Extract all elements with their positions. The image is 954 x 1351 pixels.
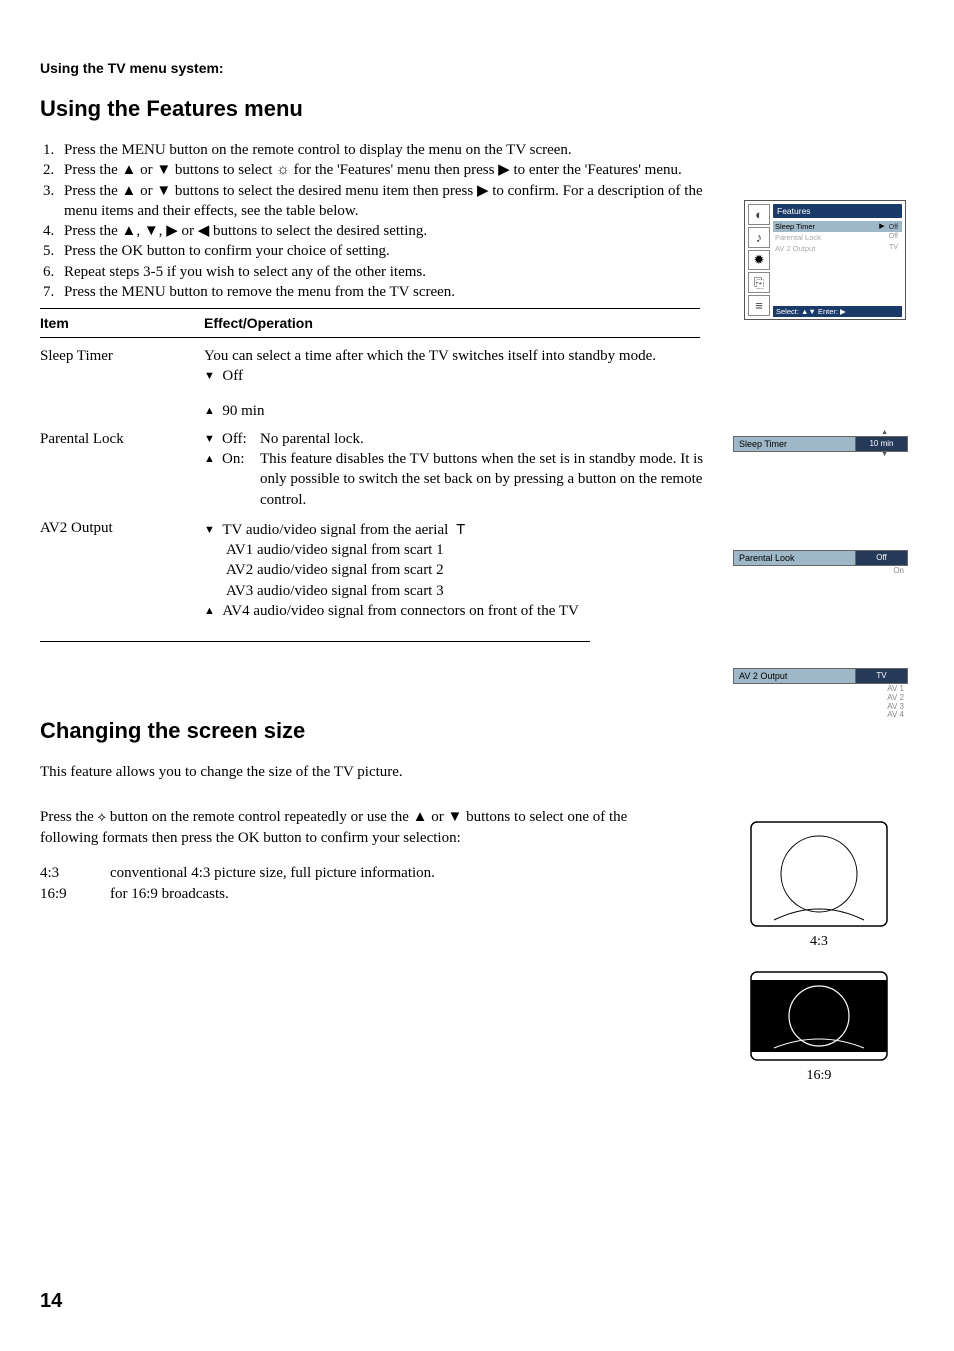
step-item: Press the MENU button on the remote cont… (58, 140, 718, 160)
triangle-up-icon (204, 603, 215, 619)
valbox-value: TV (855, 668, 908, 684)
osd-row-label: Parental Lock (775, 233, 821, 242)
step-item: Press the ▲ or ▼ buttons to select ☼ for… (58, 160, 718, 180)
text: button on the remote control repeatedly … (40, 809, 627, 846)
step-item: Press the OK button to confirm your choi… (58, 241, 718, 261)
triangle-down-icon (204, 368, 215, 384)
valbox-label: Parental Look (733, 550, 855, 566)
triangle-down-icon (204, 431, 215, 447)
step-item: Press the ▲ or ▼ buttons to select the d… (58, 181, 718, 222)
av2-line: AV1 audio/video signal from scart 1 (204, 540, 704, 560)
format-desc: conventional 4:3 picture size, full pict… (110, 863, 435, 884)
triangle-up-icon (204, 403, 215, 419)
valbox-parental-lock: Parental Look Off On (733, 550, 908, 576)
triangle-right-icon: ▶ (879, 222, 884, 230)
valbox-option: AV 1 (733, 685, 904, 694)
text: Press the (40, 809, 98, 825)
sleep-description: You can select a time after which the TV… (204, 346, 704, 366)
valbox-option: AV 4 (733, 711, 904, 720)
format-key: 4:3 (40, 863, 110, 884)
valbox-option: AV 3 (733, 703, 904, 712)
osd-footer: Select: ▲▼ Enter: ▶ (773, 306, 902, 317)
osd-row: Sleep Timer ▶ Off (773, 221, 902, 232)
divider (40, 308, 700, 309)
osd-icon-features: ✹ (748, 250, 770, 271)
step-item: Repeat steps 3-5 if you wish to select a… (58, 262, 718, 282)
osd-features-menu: ◐ ♪ ✹ ⎘ ≡ Features Sleep Timer ▶ Off Par… (744, 200, 906, 320)
av2-line: AV4 audio/video signal from connectors o… (222, 603, 578, 619)
screen-intro: This feature allows you to change the si… (40, 762, 680, 783)
screen-instruction: Press the button on the remote control r… (40, 807, 680, 849)
valbox-sleep-timer: ▲ Sleep Timer 10 min ▼ (733, 430, 908, 457)
osd-row: AV 2 Output TV (773, 243, 902, 254)
steps-list: Press the MENU button on the remote cont… (40, 140, 718, 302)
valbox-label: Sleep Timer (733, 436, 855, 452)
av2-line: AV2 audio/video signal from scart 2 (204, 560, 704, 580)
triangle-down-icon (204, 522, 215, 538)
parental-on-label: On: (222, 449, 260, 510)
aspect-label: 16:9 (744, 1068, 894, 1084)
osd-row-value: Off (889, 224, 898, 231)
section-header: Using the TV menu system: (40, 60, 914, 76)
osd-row-label: Sleep Timer (775, 222, 815, 231)
osd-title: Features (773, 204, 902, 218)
format-desc: for 16:9 broadcasts. (110, 884, 229, 905)
aspect-label: 4:3 (744, 934, 894, 950)
aspect-4-3-diagram: 4:3 (744, 820, 894, 950)
parental-on-text: This feature disables the TV buttons whe… (260, 449, 704, 510)
osd-row-value: Off (889, 233, 898, 242)
section-title-screen-size: Changing the screen size (40, 718, 914, 744)
format-key: 16:9 (40, 884, 110, 905)
parental-off-label: Off: (222, 429, 260, 449)
item-name: Parental Lock (40, 429, 204, 510)
parental-off-text: No parental lock. (260, 429, 364, 449)
valbox-av2-output: AV 2 Output TV AV 1 AV 2 AV 3 AV 4 (733, 668, 908, 720)
sleep-max-value: 90 min (222, 403, 264, 419)
divider (40, 337, 700, 338)
osd-icon-install: ≡ (748, 295, 770, 316)
sleep-off-value: Off (222, 368, 243, 384)
osd-row-value: TV (889, 244, 898, 253)
step-item: Press the MENU button to remove the menu… (58, 282, 718, 302)
col-item-header: Item (40, 315, 204, 331)
row-sleep-timer: Sleep Timer You can select a time after … (40, 346, 914, 421)
valbox-value: Off (855, 550, 908, 566)
step-item: Press the ▲, ▼, ▶ or ◀ buttons to select… (58, 221, 718, 241)
page-number: 14 (40, 1290, 62, 1313)
av2-line: TV audio/video signal from the aerial (222, 522, 448, 538)
divider (40, 641, 590, 642)
page-title: Using the Features menu (40, 96, 914, 122)
item-name: AV2 Output (40, 518, 204, 621)
valbox-label: AV 2 Output (733, 668, 855, 684)
valbox-option: AV 2 (733, 694, 904, 703)
format-button-icon (98, 809, 107, 825)
osd-row: Parental Lock Off (773, 232, 902, 243)
osd-row-label: AV 2 Output (775, 244, 815, 253)
aerial-icon (456, 522, 466, 538)
aspect-16-9-diagram: 16:9 (744, 970, 894, 1084)
osd-icon-picture: ◐ (748, 204, 770, 225)
osd-icon-setup: ⎘ (748, 272, 770, 293)
valbox-option: On (733, 567, 904, 576)
item-name: Sleep Timer (40, 346, 204, 421)
av2-line: AV3 audio/video signal from scart 3 (204, 581, 704, 601)
valbox-value: 10 min (855, 436, 908, 452)
triangle-up-icon (204, 451, 215, 467)
osd-icon-sound: ♪ (748, 227, 770, 248)
